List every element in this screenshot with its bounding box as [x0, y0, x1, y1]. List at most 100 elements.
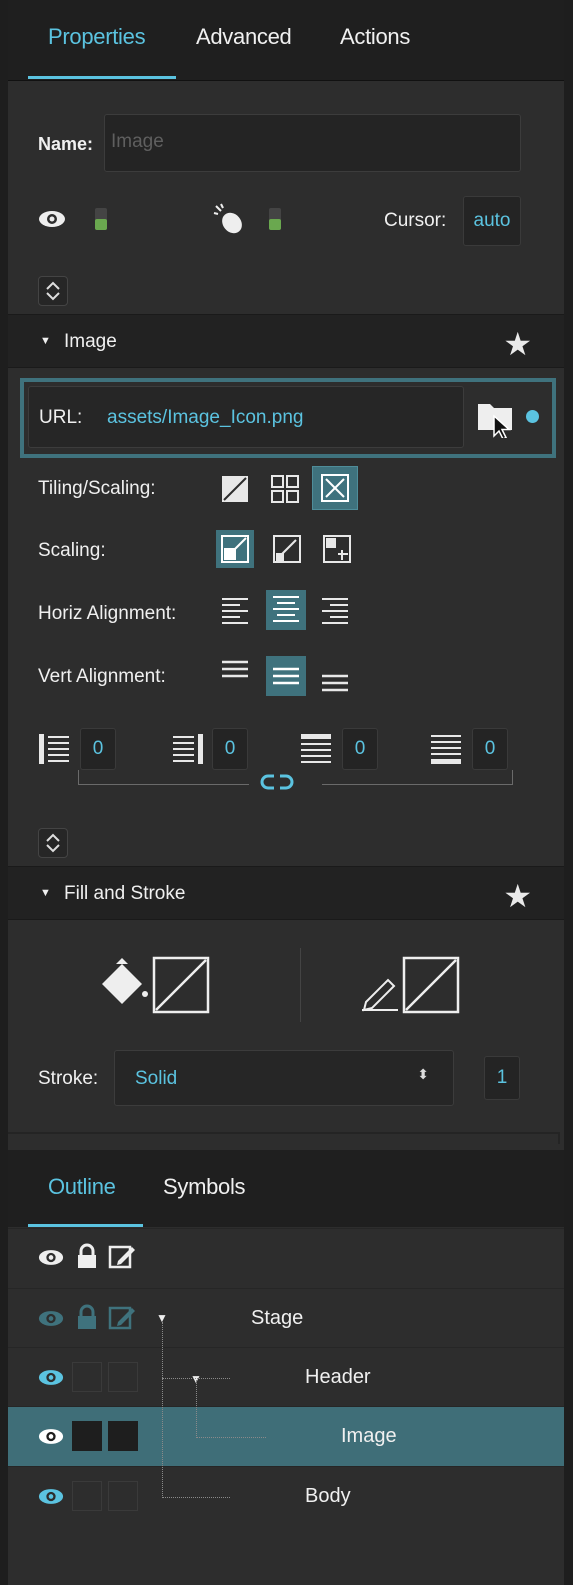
outline-label-stage: Stage [251, 1307, 304, 1329]
link-icon[interactable] [260, 772, 294, 792]
stroke-swatch-none[interactable] [402, 956, 460, 1014]
select-arrows-icon: ⬍ [417, 1066, 429, 1082]
edit-cell[interactable] [108, 1362, 138, 1392]
edit-cell[interactable] [108, 1421, 138, 1451]
tiling-scale-button[interactable] [312, 466, 358, 510]
up-down-chevron-icon [46, 281, 60, 301]
scroll-edge [8, 1132, 560, 1144]
properties-panel: Properties Advanced Actions Name: Image … [8, 0, 564, 1585]
outline-tab-bar: Outline Symbols [8, 1150, 564, 1227]
eye-icon[interactable] [38, 1369, 64, 1386]
cursor-select[interactable]: auto [463, 196, 521, 246]
visibility-toggle[interactable] [95, 208, 107, 230]
expand-collapse-button[interactable] [38, 276, 68, 306]
padding-left-input[interactable]: 0 [80, 728, 116, 770]
scaling-fit-icon[interactable] [272, 534, 302, 564]
outline-row-header[interactable]: ▼ Header [8, 1347, 564, 1407]
padding-top-input[interactable]: 0 [342, 728, 378, 770]
scaling-label: Scaling: [38, 540, 106, 561]
top-tab-bar: Properties Advanced Actions [8, 0, 564, 81]
outline-label-body: Body [305, 1485, 351, 1507]
eye-icon[interactable] [38, 1428, 64, 1445]
eye-icon[interactable] [38, 1249, 64, 1266]
fill-stroke-section-title: Fill and Stroke [64, 883, 186, 904]
star-icon[interactable]: ★ [503, 877, 532, 915]
edit-cell[interactable] [108, 1481, 138, 1511]
tree-connector-header [162, 1378, 230, 1379]
align-left-icon[interactable] [220, 596, 250, 628]
eye-icon[interactable] [38, 210, 66, 228]
lock-cell[interactable] [72, 1362, 102, 1392]
valign-middle-icon [273, 667, 299, 685]
scaling-fill-button[interactable] [216, 530, 254, 568]
binding-indicator-dot[interactable] [526, 410, 539, 423]
tab-actions[interactable]: Actions [340, 24, 410, 50]
expand-collapse-button-2[interactable] [38, 828, 68, 858]
eye-icon[interactable] [38, 1310, 64, 1327]
lock-cell[interactable] [72, 1481, 102, 1511]
outline-header-row [8, 1228, 564, 1288]
pen-icon[interactable] [360, 968, 400, 1012]
mouse-icon[interactable] [212, 202, 246, 236]
fill-stroke-section-header[interactable]: ▼ Fill and Stroke ★ [8, 866, 564, 920]
scaling-fill-icon [221, 535, 249, 563]
stroke-label: Stroke: [38, 1068, 99, 1089]
stroke-style-value: Solid [135, 1068, 178, 1089]
padding-bottom-input[interactable]: 0 [472, 728, 508, 770]
outline-row-stage[interactable]: ▼ Stage [8, 1288, 564, 1348]
tab-advanced[interactable]: Advanced [196, 24, 292, 50]
interaction-toggle[interactable] [269, 208, 281, 230]
url-value: assets/Image_Icon.png [107, 407, 304, 428]
lock-icon[interactable] [76, 1243, 98, 1269]
padding-top-icon [301, 734, 331, 763]
url-field[interactable]: URL: assets/Image_Icon.png [28, 386, 464, 448]
name-label: Name: [38, 134, 94, 154]
tree-connector-image-h [196, 1437, 266, 1438]
padding-link-bracket-left [78, 770, 249, 785]
image-section-title: Image [64, 331, 117, 352]
scale-fit-icon [321, 474, 349, 502]
valign-top-icon[interactable] [220, 656, 250, 696]
fill-stroke-divider [300, 948, 301, 1022]
tiling-grid-icon[interactable] [270, 474, 300, 504]
fill-swatch-none[interactable] [152, 956, 210, 1014]
vert-alignment-label: Vert Alignment: [38, 666, 166, 687]
padding-right-input[interactable]: 0 [212, 728, 248, 770]
outline-row-image[interactable]: Image [8, 1406, 564, 1466]
padding-link-bracket-right [322, 770, 513, 785]
stroke-style-select[interactable]: Solid ⬍ [114, 1050, 454, 1106]
up-down-chevron-icon [46, 833, 60, 853]
edit-icon[interactable] [108, 1304, 136, 1332]
eye-icon[interactable] [38, 1488, 64, 1505]
padding-left-icon [39, 734, 69, 764]
lock-cell[interactable] [72, 1421, 102, 1451]
active-outline-tab-indicator [28, 1224, 143, 1227]
collapse-triangle-icon: ▼ [40, 335, 51, 347]
scaling-stretch-icon[interactable] [322, 534, 352, 564]
tab-properties[interactable]: Properties [48, 24, 146, 50]
tab-symbols[interactable]: Symbols [163, 1174, 246, 1200]
valign-bottom-icon[interactable] [320, 660, 350, 700]
folder-icon[interactable] [476, 398, 516, 438]
valign-middle-button[interactable] [266, 656, 306, 696]
image-section-header[interactable]: ▼ Image ★ [8, 314, 564, 368]
name-field[interactable]: Image [104, 114, 521, 172]
tab-outline[interactable]: Outline [48, 1174, 116, 1200]
collapse-triangle-icon: ▼ [40, 887, 51, 899]
stroke-width-input[interactable]: 1 [484, 1056, 520, 1100]
edit-icon[interactable] [108, 1243, 136, 1271]
outline-label-image: Image [341, 1425, 397, 1447]
tree-connector-body [162, 1497, 230, 1498]
align-right-icon[interactable] [320, 596, 350, 628]
lock-icon[interactable] [76, 1304, 98, 1330]
padding-bottom-icon [431, 735, 461, 764]
tree-connector-stage [162, 1322, 163, 1498]
padding-right-icon [173, 734, 203, 764]
horiz-alignment-label: Horiz Alignment: [38, 603, 177, 624]
align-center-button[interactable] [266, 590, 306, 630]
fill-bucket-icon[interactable] [98, 956, 150, 1014]
outline-row-body[interactable]: Body [8, 1466, 564, 1526]
star-icon[interactable]: ★ [503, 325, 532, 363]
name-placeholder: Image [111, 131, 164, 152]
tiling-none-icon[interactable] [220, 474, 250, 504]
